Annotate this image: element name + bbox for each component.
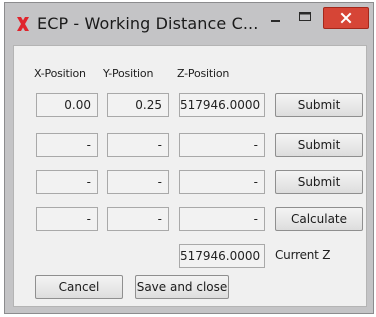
x-position-field-4[interactable]: - — [36, 207, 98, 231]
y-position-field-1[interactable]: 0.25 — [107, 93, 169, 117]
calculate-button[interactable]: Calculate — [275, 207, 363, 231]
close-icon — [340, 12, 352, 24]
submit-button-2[interactable]: Submit — [275, 133, 363, 157]
save-and-close-button[interactable]: Save and close — [135, 275, 229, 299]
window-title: ECP - Working Distance C... — [37, 14, 259, 33]
cancel-button[interactable]: Cancel — [35, 275, 123, 299]
y-position-field-3[interactable]: - — [107, 170, 169, 194]
dialog-window: ECP - Working Distance C... X-Position Y… — [4, 2, 374, 314]
z-position-field-1[interactable]: 517946.0000 — [179, 93, 265, 117]
current-z-field: 517946.0000 — [179, 244, 265, 268]
title-bar[interactable]: ECP - Working Distance C... — [5, 3, 373, 41]
x-position-field-3[interactable]: - — [36, 170, 98, 194]
minimize-icon — [271, 20, 280, 22]
x-position-field-2[interactable]: - — [36, 133, 98, 157]
x-logo-icon — [17, 17, 29, 31]
z-position-field-3[interactable]: - — [179, 170, 265, 194]
dialog-body: X-Position Y-Position Z-Position 0.00 0.… — [13, 45, 367, 307]
submit-button-1[interactable]: Submit — [275, 93, 363, 117]
z-position-field-2[interactable]: - — [179, 133, 265, 157]
close-button[interactable] — [323, 7, 369, 29]
z-position-header: Z-Position — [177, 67, 230, 80]
minimize-button[interactable] — [264, 7, 286, 29]
current-z-label: Current Z — [275, 248, 331, 262]
submit-button-3[interactable]: Submit — [275, 170, 363, 194]
maximize-button[interactable] — [293, 7, 317, 29]
y-position-header: Y-Position — [103, 67, 154, 80]
z-position-field-4[interactable]: - — [179, 207, 265, 231]
maximize-icon — [299, 12, 311, 21]
x-position-header: X-Position — [34, 67, 86, 80]
x-position-field-1[interactable]: 0.00 — [36, 93, 98, 117]
y-position-field-2[interactable]: - — [107, 133, 169, 157]
y-position-field-4[interactable]: - — [107, 207, 169, 231]
